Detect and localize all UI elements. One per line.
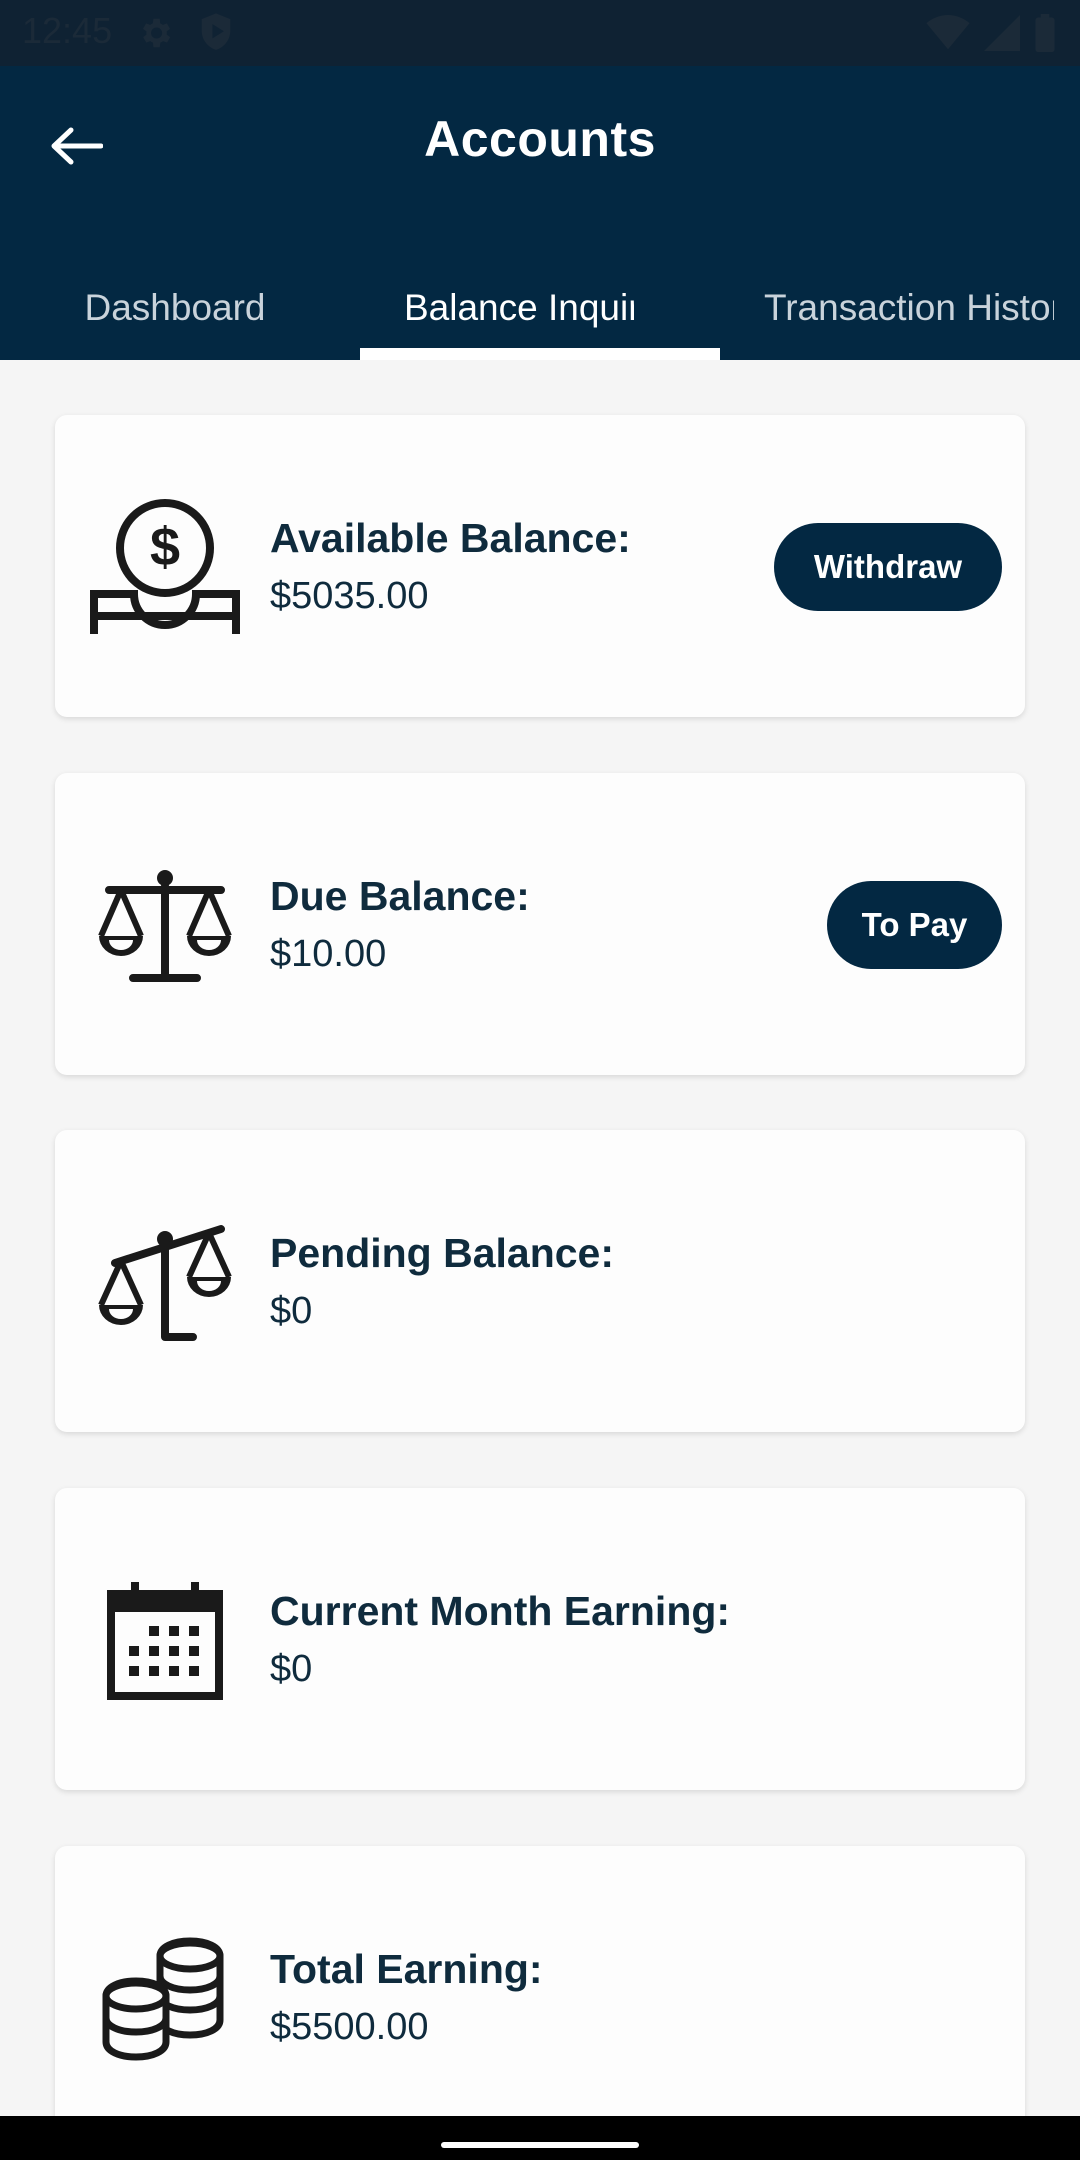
card-label: Due Balance: xyxy=(270,873,530,919)
card-text: Due Balance: $10.00 xyxy=(270,867,530,983)
to-pay-button[interactable]: To Pay xyxy=(827,881,1002,969)
page-title: Accounts xyxy=(424,111,656,167)
tab-balance-inquiry[interactable]: Balance Inquiry xyxy=(360,256,720,360)
tab-label: Dashboard xyxy=(84,287,266,328)
gear-icon xyxy=(142,18,171,48)
balanced-scale-icon xyxy=(85,851,245,1001)
card-label: Available Balance: xyxy=(270,515,631,561)
tab-label: Transaction History xyxy=(764,287,1054,328)
tab-transaction-history[interactable]: Transaction History xyxy=(720,256,1080,360)
card-text: Available Balance: $5035.00 xyxy=(270,509,631,625)
withdraw-button[interactable]: Withdraw xyxy=(774,523,1002,611)
tilted-scale-icon xyxy=(85,1208,245,1358)
calendar-icon xyxy=(85,1566,245,1716)
home-gesture-handle[interactable] xyxy=(441,2142,639,2148)
card-value: $10.00 xyxy=(270,933,387,975)
system-nav-bar xyxy=(0,2116,1080,2160)
status-icons xyxy=(926,12,1056,54)
card-value: $5035.00 xyxy=(270,575,429,617)
tab-bar: Dashboard Balance Inquiry Transaction Hi… xyxy=(0,256,1080,360)
card-value: $0 xyxy=(270,1648,313,1690)
tab-dashboard[interactable]: Dashboard xyxy=(0,256,360,360)
shield-play-icon xyxy=(201,13,231,50)
money-hand-icon: $ xyxy=(85,493,245,643)
pending-balance-card: Pending Balance: $0 xyxy=(55,1130,1025,1432)
status-time: 12:45 xyxy=(22,10,113,51)
status-bar: 12:45 xyxy=(0,0,1080,66)
card-text: Pending Balance: $0 xyxy=(270,1224,614,1340)
tab-indicator xyxy=(360,348,720,360)
tab-label: Balance Inquiry xyxy=(404,287,634,328)
current-month-earning-card: Current Month Earning: $0 xyxy=(55,1488,1025,1790)
app-bar: Accounts Dashboard Balance Inquiry Trans… xyxy=(0,66,1080,360)
card-label: Total Earning: xyxy=(270,1946,543,1992)
card-text: Total Earning: $5500.00 xyxy=(270,1940,543,2056)
card-value: $0 xyxy=(270,1290,313,1332)
available-balance-card: $ Available Balance: $5035.00 Withdraw xyxy=(55,415,1025,717)
signal-icon xyxy=(984,15,1020,51)
card-label: Pending Balance: xyxy=(270,1230,615,1276)
card-value: $5500.00 xyxy=(270,2006,429,2048)
app-screen: 12:45 Accounts Dashboard Balance Inquiry… xyxy=(0,0,1080,2160)
total-earning-card: Total Earning: $5500.00 xyxy=(55,1846,1025,2116)
due-balance-card: Due Balance: $10.00 To Pay xyxy=(55,773,1025,1075)
card-label: Current Month Earning: xyxy=(270,1588,731,1634)
svg-text:$: $ xyxy=(150,517,180,577)
balance-list[interactable]: $ Available Balance: $5035.00 Withdraw D… xyxy=(0,360,1080,2116)
coins-stack-icon xyxy=(85,1924,245,2074)
battery-icon xyxy=(1035,14,1055,52)
wifi-icon xyxy=(926,15,970,50)
card-text: Current Month Earning: $0 xyxy=(270,1582,730,1698)
